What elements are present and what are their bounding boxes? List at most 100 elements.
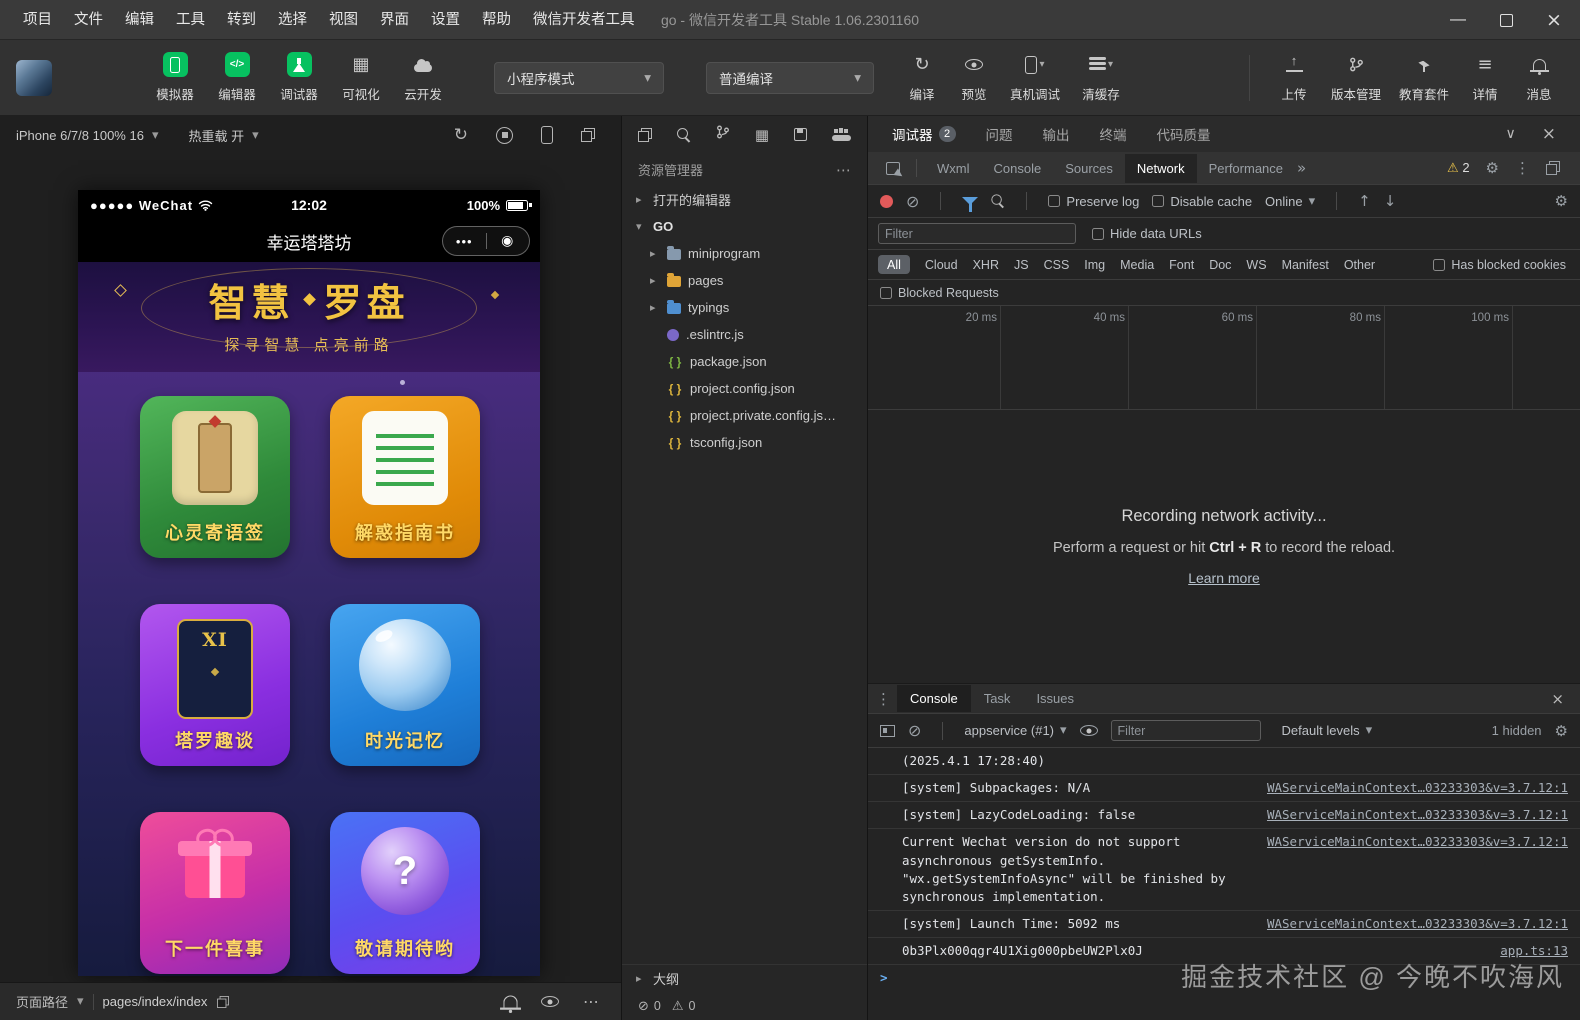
compile-mode-select[interactable]: 普通编译 bbox=[706, 61, 874, 94]
collapse-icon[interactable] bbox=[1506, 126, 1516, 142]
open-editors-section[interactable]: 打开的编辑器 bbox=[622, 186, 867, 213]
chevron-down-icon[interactable] bbox=[77, 994, 84, 1009]
maximize-button[interactable] bbox=[1486, 0, 1526, 40]
throttling-select[interactable]: Online bbox=[1265, 194, 1315, 209]
console-filter-input[interactable] bbox=[1110, 720, 1261, 741]
folder-typings[interactable]: typings bbox=[622, 294, 867, 321]
filter-img[interactable]: Img bbox=[1084, 258, 1105, 272]
minimize-button[interactable]: — bbox=[1438, 0, 1478, 40]
source-link[interactable]: WAServiceMainContext…03233303&v=3.7.12:1 bbox=[1267, 806, 1568, 824]
console-row[interactable]: (2025.4.1 17:28:40) bbox=[868, 748, 1580, 776]
network-timeline[interactable]: 20 ms 40 ms 60 ms 80 ms 100 ms bbox=[868, 306, 1580, 410]
menu-settings[interactable]: 设置 bbox=[420, 0, 471, 40]
file-package-json[interactable]: { } package.json bbox=[622, 348, 867, 375]
mode-select[interactable]: 小程序模式 bbox=[494, 61, 664, 94]
cloud-dev-button[interactable]: 云开发 bbox=[392, 52, 454, 103]
devtools-menu-icon[interactable] bbox=[1515, 159, 1530, 177]
clear-cache-button[interactable]: 清缓存 bbox=[1070, 52, 1132, 103]
menu-project[interactable]: 项目 bbox=[12, 0, 63, 40]
avatar[interactable] bbox=[16, 59, 52, 96]
card-next-joy[interactable]: 下一件喜事 bbox=[140, 812, 290, 974]
filter-icon[interactable] bbox=[962, 197, 979, 212]
blocked-requests-checkbox[interactable]: Blocked Requests bbox=[880, 286, 999, 300]
hide-data-urls-checkbox[interactable]: Hide data URLs bbox=[1092, 226, 1202, 241]
has-blocked-cookies-checkbox[interactable]: Has blocked cookies bbox=[1433, 258, 1566, 272]
console-row[interactable]: [system] Launch Time: 5092 ms WAServiceMa… bbox=[868, 911, 1580, 938]
filter-js[interactable]: JS bbox=[1014, 258, 1029, 272]
menu-goto[interactable]: 转到 bbox=[216, 0, 267, 40]
project-root[interactable]: GO bbox=[622, 213, 867, 240]
record-icon[interactable] bbox=[880, 194, 893, 208]
console-tab-console[interactable]: Console bbox=[897, 685, 971, 712]
filter-xhr[interactable]: XHR bbox=[973, 258, 999, 272]
tab-terminal[interactable]: 终端 bbox=[1100, 124, 1127, 144]
card-tarot[interactable]: XI 塔罗趣谈 bbox=[140, 604, 290, 766]
source-link[interactable]: WAServiceMainContext…03233303&v=3.7.12:1 bbox=[1267, 915, 1568, 933]
menu-file[interactable]: 文件 bbox=[63, 0, 114, 40]
export-har-icon[interactable] bbox=[1384, 192, 1397, 210]
file-project-config[interactable]: { } project.config.json bbox=[622, 375, 867, 402]
filter-ws[interactable]: WS bbox=[1246, 258, 1266, 272]
devtools-tab-console[interactable]: Console bbox=[982, 154, 1054, 183]
filter-all[interactable]: All bbox=[878, 255, 910, 274]
console-row[interactable]: Current Wechat version do not support as… bbox=[868, 829, 1580, 911]
notify-icon[interactable] bbox=[500, 995, 521, 1014]
chevron-down-icon[interactable] bbox=[252, 128, 259, 143]
edu-button[interactable]: 教育套件 bbox=[1390, 52, 1458, 103]
import-har-icon[interactable] bbox=[1358, 192, 1371, 210]
inspect-element-icon[interactable] bbox=[886, 161, 900, 175]
filter-manifest[interactable]: Manifest bbox=[1282, 258, 1329, 272]
preserve-log-checkbox[interactable]: Preserve log bbox=[1048, 194, 1139, 209]
source-link[interactable]: WAServiceMainContext…03233303&v=3.7.12:1 bbox=[1267, 779, 1568, 797]
device-debug-button[interactable]: 真机调试 bbox=[1000, 52, 1070, 103]
card-guide-book[interactable]: 解惑指南书 bbox=[330, 396, 480, 558]
clear-icon[interactable] bbox=[906, 192, 919, 211]
close-button[interactable] bbox=[1534, 0, 1574, 40]
split-editor-icon[interactable] bbox=[638, 127, 652, 142]
filter-media[interactable]: Media bbox=[1120, 258, 1154, 272]
filter-cloud[interactable]: Cloud bbox=[925, 258, 958, 272]
device-select[interactable]: iPhone 6/7/8 100% 16 bbox=[16, 128, 144, 143]
drawer-menu-icon[interactable] bbox=[876, 690, 891, 708]
hot-reload-toggle[interactable]: 热重载 开 bbox=[188, 126, 244, 145]
console-tab-task[interactable]: Task bbox=[971, 685, 1024, 712]
device-icon[interactable] bbox=[541, 126, 553, 144]
disable-cache-checkbox[interactable]: Disable cache bbox=[1152, 194, 1252, 209]
tab-problems[interactable]: 问题 bbox=[986, 124, 1013, 144]
folder-miniprogram[interactable]: miniprogram bbox=[622, 240, 867, 267]
folder-pages[interactable]: pages bbox=[622, 267, 867, 294]
tab-debugger[interactable]: 调试器 2 bbox=[892, 124, 956, 144]
filter-doc[interactable]: Doc bbox=[1209, 258, 1231, 272]
simulator-button[interactable]: 模拟器 bbox=[144, 52, 206, 103]
upload-button[interactable]: 上传 bbox=[1266, 52, 1322, 103]
compile-button[interactable]: 编译 bbox=[896, 52, 948, 103]
console-row[interactable]: [system] Subpackages: N/A WAServiceMainCo… bbox=[868, 775, 1580, 803]
dock-side-icon[interactable] bbox=[1546, 161, 1560, 175]
menu-interface[interactable]: 界面 bbox=[369, 0, 420, 40]
more-actions-icon[interactable] bbox=[836, 161, 851, 179]
warnings-indicator[interactable]: 2 bbox=[1447, 160, 1470, 176]
menu-select[interactable]: 选择 bbox=[267, 0, 318, 40]
log-levels-select[interactable]: Default levels bbox=[1282, 723, 1373, 738]
page-path-label[interactable]: 页面路径 bbox=[16, 992, 68, 1011]
filter-other[interactable]: Other bbox=[1344, 258, 1375, 272]
tab-code-quality[interactable]: 代码质量 bbox=[1157, 124, 1211, 144]
copy-path-icon[interactable] bbox=[217, 995, 230, 1008]
devtools-settings-icon[interactable] bbox=[1486, 159, 1499, 177]
visibility-icon[interactable] bbox=[541, 996, 559, 1007]
console-tab-issues[interactable]: Issues bbox=[1023, 685, 1087, 712]
extensions-icon[interactable] bbox=[755, 126, 769, 144]
file-tsconfig[interactable]: { } tsconfig.json bbox=[622, 429, 867, 456]
learn-more-link[interactable]: Learn more bbox=[1188, 570, 1260, 586]
network-settings-icon[interactable] bbox=[1555, 192, 1568, 210]
source-link[interactable]: WAServiceMainContext…03233303&v=3.7.12:1 bbox=[1267, 833, 1568, 851]
devtools-tab-wxml[interactable]: Wxml bbox=[925, 154, 982, 183]
version-button[interactable]: 版本管理 bbox=[1322, 52, 1390, 103]
card-heart-sign[interactable]: 心灵寄语签 bbox=[140, 396, 290, 558]
menu-edit[interactable]: 编辑 bbox=[114, 0, 165, 40]
multi-window-icon[interactable] bbox=[581, 128, 595, 142]
more-tabs-icon[interactable] bbox=[1297, 159, 1306, 177]
outline-section[interactable]: 大纲 bbox=[622, 964, 867, 992]
save-icon[interactable] bbox=[794, 128, 807, 141]
devtools-tab-performance[interactable]: Performance bbox=[1197, 154, 1295, 183]
